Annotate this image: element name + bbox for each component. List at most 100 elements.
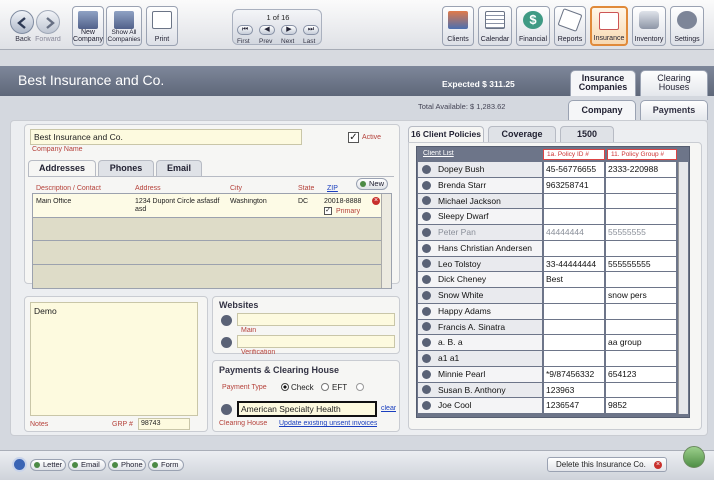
forward-button[interactable]: [36, 10, 60, 34]
address-scrollbar[interactable]: [381, 194, 391, 288]
policy-row[interactable]: Dick Cheney Best: [418, 272, 676, 287]
policies-scrollbar[interactable]: [678, 162, 688, 414]
policy-group-input[interactable]: [606, 193, 676, 209]
delete-insurance-button[interactable]: Delete this Insurance Co. ×: [547, 457, 667, 472]
calendar-button[interactable]: Calendar: [478, 6, 512, 46]
print-button[interactable]: Print: [146, 6, 178, 46]
tab-clearing-houses[interactable]: Clearing Houses: [640, 70, 708, 96]
policy-group-input[interactable]: aa group: [606, 335, 676, 350]
website-verification-input[interactable]: [237, 335, 395, 348]
new-company-button[interactable]: New Company: [72, 6, 104, 46]
company-name-input[interactable]: Best Insurance and Co.: [30, 129, 302, 145]
policy-id-input[interactable]: [544, 240, 604, 256]
next-button[interactable]: ▶: [281, 25, 297, 35]
reports-button[interactable]: Reports: [554, 6, 586, 46]
client-open-icon[interactable]: [422, 164, 431, 174]
tab-coverage[interactable]: Coverage: [488, 126, 556, 142]
back-button[interactable]: [10, 10, 34, 34]
policy-row[interactable]: Susan B. Anthony 123963: [418, 382, 676, 398]
client-open-icon[interactable]: [422, 306, 431, 316]
delete-address-icon[interactable]: ×: [372, 197, 380, 205]
policy-group-input[interactable]: [606, 382, 676, 398]
grp-input[interactable]: 98743: [138, 418, 190, 430]
form-button[interactable]: Form: [148, 459, 184, 471]
policy-row[interactable]: Dopey Bush 45-56776655 2333-220988: [418, 162, 676, 177]
tab-client-policies[interactable]: 16 Client Policies: [408, 126, 484, 142]
policy-id-input[interactable]: Best: [544, 272, 604, 287]
policy-row[interactable]: a. B. a aa group: [418, 335, 676, 350]
tab-1500[interactable]: 1500: [560, 126, 614, 142]
policy-group-input[interactable]: [606, 240, 676, 256]
policy-id-input[interactable]: 963258741: [544, 177, 604, 193]
policy-row[interactable]: Francis A. Sinatra: [418, 319, 676, 335]
policy-row[interactable]: Minnie Pearl *9/87456332 654123: [418, 366, 676, 382]
policy-group-input[interactable]: 555555555: [606, 256, 676, 272]
inventory-button[interactable]: Inventory: [632, 6, 666, 46]
policy-row[interactable]: Sleepy Dwarf: [418, 209, 676, 224]
policy-group-input[interactable]: [606, 303, 676, 319]
clients-button[interactable]: Clients: [442, 6, 474, 46]
policy-id-input[interactable]: [544, 288, 604, 303]
policy-group-input[interactable]: 654123: [606, 366, 676, 382]
policy-id-input[interactable]: [544, 193, 604, 209]
client-open-icon[interactable]: [422, 353, 431, 363]
policy-group-input[interactable]: 9852: [606, 398, 676, 413]
policy-group-input[interactable]: [606, 319, 676, 335]
client-open-icon[interactable]: [422, 180, 431, 190]
client-open-icon[interactable]: [422, 243, 431, 253]
policy-row[interactable]: Joe Cool 1236547 9852: [418, 398, 676, 413]
last-button[interactable]: ⏭: [303, 25, 319, 35]
policy-id-input[interactable]: [544, 351, 604, 366]
policy-id-input[interactable]: *9/87456332: [544, 366, 604, 382]
phone-button[interactable]: Phone: [108, 459, 146, 471]
policy-id-input[interactable]: [544, 209, 604, 224]
letter-button[interactable]: Letter: [30, 459, 66, 471]
email-button[interactable]: Email: [68, 459, 106, 471]
open-website-icon[interactable]: [221, 315, 232, 326]
policy-id-input[interactable]: 44444444: [544, 225, 604, 240]
tab-phones[interactable]: Phones: [98, 160, 154, 176]
policy-row[interactable]: Happy Adams: [418, 303, 676, 319]
settings-button[interactable]: Settings: [670, 6, 704, 46]
policy-row[interactable]: Brenda Starr 963258741: [418, 177, 676, 193]
policy-row[interactable]: Leo Tolstoy 33-44444444 555555555: [418, 256, 676, 272]
client-open-icon[interactable]: [422, 369, 431, 379]
policy-group-input[interactable]: [606, 272, 676, 287]
insurance-button[interactable]: Insurance: [590, 6, 628, 46]
active-checkbox[interactable]: ✓: [348, 132, 359, 143]
policy-group-input[interactable]: [606, 177, 676, 193]
policy-row[interactable]: Michael Jackson: [418, 193, 676, 209]
policy-row[interactable]: a1 a1: [418, 351, 676, 366]
client-list-link[interactable]: Client List: [423, 150, 454, 157]
subtab-payments[interactable]: Payments: [640, 100, 708, 120]
notes-textarea[interactable]: Demo: [30, 302, 198, 416]
website-main-input[interactable]: [237, 313, 395, 326]
policy-group-input[interactable]: snow pers: [606, 288, 676, 303]
other-radio[interactable]: [356, 383, 364, 391]
policy-id-input[interactable]: [544, 303, 604, 319]
tab-addresses[interactable]: Addresses: [28, 160, 96, 176]
update-invoices-link[interactable]: Update existing unsent invoices: [279, 420, 377, 427]
contact-icon[interactable]: [12, 457, 27, 472]
users-icon[interactable]: [683, 446, 705, 468]
check-radio[interactable]: [281, 383, 289, 391]
policy-row[interactable]: Snow White snow pers: [418, 288, 676, 303]
new-address-button[interactable]: New: [356, 178, 388, 190]
policy-id-input[interactable]: 123963: [544, 382, 604, 398]
tab-email[interactable]: Email: [156, 160, 202, 176]
policy-id-input[interactable]: [544, 319, 604, 335]
client-open-icon[interactable]: [422, 227, 431, 237]
tab-insurance-companies[interactable]: Insurance Companies: [570, 70, 636, 96]
policy-id-input[interactable]: 1236547: [544, 398, 604, 413]
clear-link[interactable]: clear: [381, 405, 396, 412]
financial-button[interactable]: $ Financial: [516, 6, 550, 46]
prev-button[interactable]: ◀: [259, 25, 275, 35]
clearing-house-input[interactable]: American Specialty Health: [237, 401, 377, 417]
policy-id-input[interactable]: 45-56776655: [544, 162, 604, 177]
subtab-company[interactable]: Company: [568, 100, 636, 120]
eft-radio[interactable]: [321, 383, 329, 391]
client-open-icon[interactable]: [422, 290, 431, 300]
policy-group-input[interactable]: 55555555: [606, 225, 676, 240]
policy-group-input[interactable]: [606, 209, 676, 224]
policy-group-input[interactable]: 2333-220988: [606, 162, 676, 177]
